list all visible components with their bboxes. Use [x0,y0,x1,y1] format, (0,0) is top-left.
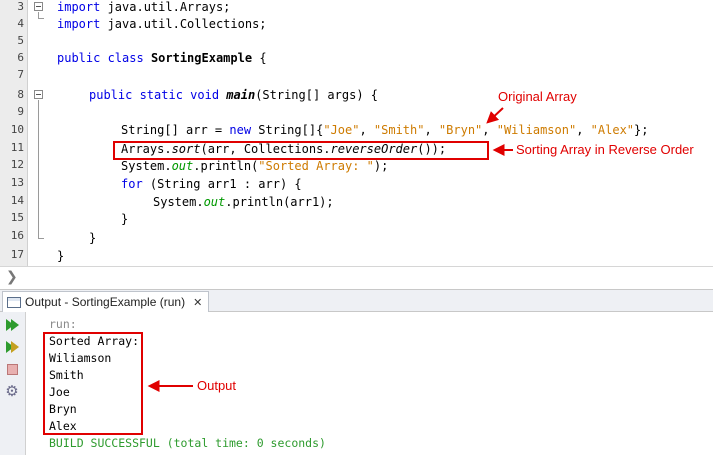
line-number: 12 [10,158,24,171]
line-number: 9 [17,105,24,118]
highlight-box-sort-line [113,141,489,160]
tab-output[interactable]: Output - SortingExample (run) ✕ [2,291,210,312]
string-literal: "Sorted Array: " [258,159,374,173]
string-literal: "Smith" [373,123,425,137]
code-line-12[interactable]: System.out.println("Sorted Array: "); [121,158,388,175]
code-line-17[interactable]: } [57,248,64,265]
line-number: 8 [17,88,24,101]
static-field: out [203,195,226,209]
rerun-with-args-icon [5,341,19,353]
code-line-15[interactable]: } [121,211,128,228]
code-line-4[interactable]: import java.util.Collections; [57,16,267,33]
code-text: , [424,123,439,137]
string-literal: "Bryn" [438,123,483,137]
breadcrumb-bar: ❯ [0,266,713,288]
line-number: 4 [17,17,24,30]
code-text: , [359,123,374,137]
fold-guide [38,100,39,238]
settings-icon: ⚙ [5,382,19,400]
output-toolbar: ⚙ [0,312,26,455]
code-text: , [576,123,591,137]
code-line-10[interactable]: String[] arr = new String[]{"Joe", "Smit… [121,122,648,139]
static-field: out [171,159,194,173]
fold-toggle-icon[interactable] [34,2,43,11]
settings-button[interactable]: ⚙ [3,382,21,400]
stop-button[interactable] [3,360,21,378]
keyword: public static void [89,88,220,102]
line-number: 10 [10,123,24,136]
keyword: import [57,0,101,14]
chevron-right-icon[interactable]: ❯ [6,269,18,285]
code-text: java.util.Arrays; [100,0,231,14]
highlight-box-output [43,332,143,435]
line-number: 5 [17,34,24,47]
annotation-original-array: Original Array [498,89,577,104]
line-number: 13 [10,176,24,189]
output-window-icon [7,296,21,308]
string-literal: "Joe" [323,123,360,137]
code-text: , [482,123,497,137]
code-text: .println( [193,159,259,173]
annotation-sorting-reverse: Sorting Array in Reverse Order [516,142,694,157]
line-number: 15 [10,211,24,224]
rerun-with-args-button[interactable] [3,338,21,356]
code-text: System. [121,159,172,173]
rerun-button[interactable] [3,316,21,334]
code-editor[interactable]: 3 4 5 6 7 8 9 10 11 12 13 14 15 16 17 im… [0,0,713,266]
code-text: { [252,51,267,65]
line-number: 6 [17,51,24,64]
keyword: new [229,123,252,137]
code-line-6[interactable]: public class SortingExample { [57,50,267,67]
line-number: 3 [17,0,24,13]
line-number-gutter: 3 4 5 6 7 8 9 10 11 12 13 14 15 16 17 [0,0,28,266]
fold-guide-end [38,238,44,239]
line-number: 11 [10,141,24,154]
line-number: 14 [10,194,24,207]
code-line-16[interactable]: } [89,230,96,247]
fold-guide-end [38,18,44,19]
code-line-13[interactable]: for (String arr1 : arr) { [121,176,302,193]
string-literal: "Alex" [590,123,635,137]
line-number: 16 [10,229,24,242]
code-text: (String[] args) { [255,88,379,102]
stop-icon [6,363,18,375]
keyword: import [57,17,101,31]
tab-output-label: Output - SortingExample (run) [25,295,186,309]
keyword: public class [57,51,144,65]
method-name: main [226,88,256,102]
code-text: System. [153,195,204,209]
output-line-run: run: [49,317,77,331]
string-literal: "Wiliamson" [496,123,577,137]
line-number: 7 [17,68,24,81]
close-icon[interactable]: ✕ [193,296,202,309]
code-text: String[] arr = [121,123,230,137]
code-text: java.util.Collections; [100,17,267,31]
code-line-8[interactable]: public static void main(String[] args) { [89,87,378,104]
code-text: ); [373,159,389,173]
code-text: }; [634,123,649,137]
output-tab-bar: Output - SortingExample (run) ✕ [0,289,713,312]
class-name: SortingExample [150,51,253,65]
code-text: String[]{ [251,123,324,137]
code-line-3[interactable]: import java.util.Arrays; [57,0,230,16]
fold-toggle-icon[interactable] [34,90,43,99]
output-build-status: BUILD SUCCESSFUL (total time: 0 seconds) [49,436,326,450]
annotation-output: Output [197,378,237,393]
rerun-icon [5,319,19,331]
code-text: .println(arr1); [225,195,334,209]
keyword: for [121,177,143,191]
line-number: 17 [10,248,24,261]
code-line-14[interactable]: System.out.println(arr1); [153,194,334,211]
code-text: (String arr1 : arr) { [142,177,302,191]
